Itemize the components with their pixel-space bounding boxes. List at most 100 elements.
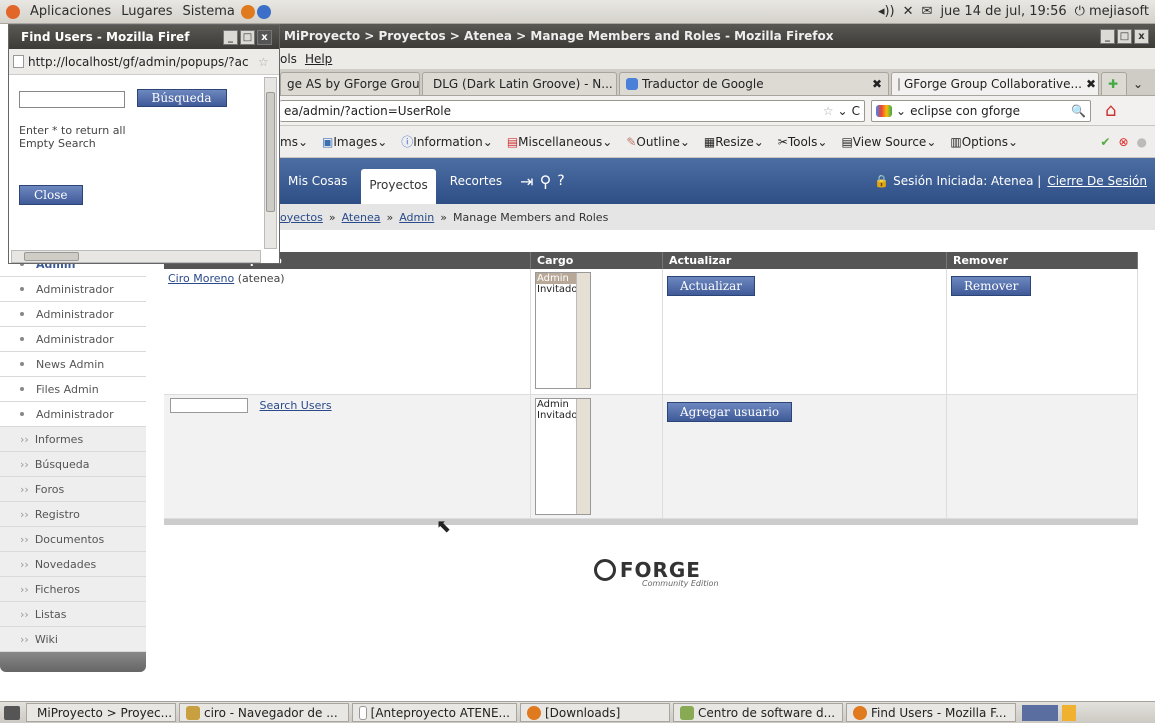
menu-aplicaciones[interactable]: Aplicaciones bbox=[30, 4, 111, 19]
power-icon[interactable]: ⏻ bbox=[1075, 4, 1085, 19]
popup-url-bar[interactable]: http://localhost/gf/admin/popups/?ac ☆ bbox=[9, 49, 279, 75]
popup-vscroll[interactable] bbox=[264, 77, 277, 249]
bookmark-star-icon[interactable]: ☆ bbox=[258, 55, 269, 69]
update-button[interactable]: Actualizar bbox=[667, 276, 755, 296]
new-tab-button[interactable]: ✚ bbox=[1101, 72, 1127, 95]
add-project-icon[interactable]: ⇥ bbox=[520, 172, 533, 191]
search-users-icon[interactable]: ⚲ bbox=[540, 172, 552, 191]
tab-close-icon[interactable]: ✖ bbox=[872, 77, 882, 91]
ubuntu-logo-icon[interactable] bbox=[6, 4, 20, 19]
crumb-admin[interactable]: Admin bbox=[399, 211, 434, 224]
popup-search-button[interactable]: Búsqueda bbox=[136, 89, 227, 107]
sidebar-item-news-admin[interactable]: News Admin bbox=[0, 352, 146, 377]
member-name-link[interactable]: Ciro Moreno bbox=[168, 272, 234, 285]
menu-tools[interactable]: ols bbox=[280, 52, 297, 66]
tab-dlg[interactable]: DLG (Dark Latin Groove) - N...✖ bbox=[422, 72, 617, 95]
listbox-scrollbar[interactable] bbox=[576, 399, 590, 514]
sidebar-section-registro[interactable]: ›› Registro bbox=[0, 502, 146, 527]
sidebar-section-foros[interactable]: ›› Foros bbox=[0, 477, 146, 502]
maximize-button[interactable]: □ bbox=[1117, 28, 1132, 44]
url-bar[interactable]: ea/admin/?action=UserRole ☆ ⌄ C bbox=[280, 99, 865, 122]
sidebar-item-administrador[interactable]: Administrador bbox=[0, 277, 146, 302]
new-role-listbox[interactable]: Admin Invitado bbox=[535, 398, 591, 515]
tab-gforge-group[interactable]: GForge Group Collaborative... ✖ bbox=[891, 72, 1099, 95]
popup-vscroll-thumb[interactable] bbox=[266, 92, 275, 212]
task-downloads[interactable]: [Downloads] bbox=[520, 703, 670, 722]
tab-close-icon[interactable]: ✖ bbox=[1086, 77, 1096, 91]
crumb-proyectos[interactable]: oyectos bbox=[280, 211, 323, 224]
sidebar-section-busqueda[interactable]: ›› Búsqueda bbox=[0, 452, 146, 477]
check-icon[interactable]: ✔ bbox=[1100, 135, 1110, 149]
sidebar-item-administrador[interactable]: Administrador bbox=[0, 402, 146, 427]
error-icon[interactable]: ⊗ bbox=[1118, 135, 1128, 149]
bookmark-star-icon[interactable]: ☆ bbox=[823, 104, 834, 118]
window-titlebar[interactable]: MiProyecto > Proyectos > Atenea > Manage… bbox=[280, 24, 1155, 48]
sidebar-section-listas[interactable]: ›› Listas bbox=[0, 602, 146, 627]
sidebar-section-wiki[interactable]: ›› Wiki bbox=[0, 627, 146, 652]
network-icon[interactable]: ✕ bbox=[903, 4, 914, 19]
task-software-center[interactable]: Centro de software d... bbox=[673, 703, 843, 722]
dropdown-icon[interactable]: ⌄ bbox=[838, 104, 848, 118]
nav-proyectos[interactable]: Proyectos bbox=[361, 169, 436, 204]
user-search-input[interactable] bbox=[170, 398, 248, 413]
help-launcher-icon[interactable] bbox=[256, 4, 271, 19]
sidebar-item-files-admin[interactable]: Files Admin bbox=[0, 377, 146, 402]
menu-forms[interactable]: ms⌄ bbox=[280, 135, 308, 149]
sidebar-item-administrador[interactable]: Administrador bbox=[0, 302, 146, 327]
menu-resize[interactable]: ▦Resize⌄ bbox=[704, 135, 764, 149]
volume-icon[interactable]: ◂)) bbox=[878, 4, 895, 19]
menu-sistema[interactable]: Sistema bbox=[183, 4, 235, 19]
tab-list-icon[interactable]: ⌄ bbox=[1129, 77, 1147, 95]
clock[interactable]: jue 14 de jul, 19:56 bbox=[940, 4, 1066, 19]
tab-traductor[interactable]: Traductor de Google ✖ bbox=[619, 72, 889, 95]
popup-minimize-button[interactable]: _ bbox=[223, 29, 238, 45]
search-users-link[interactable]: Search Users bbox=[260, 399, 332, 412]
minimize-button[interactable]: _ bbox=[1100, 28, 1115, 44]
listbox-scrollbar[interactable] bbox=[576, 273, 590, 388]
logout-link[interactable]: Cierre De Sesión bbox=[1047, 174, 1147, 188]
task-anteproyecto[interactable]: [Anteproyecto ATENE... bbox=[352, 703, 517, 722]
menu-options[interactable]: ▥Options⌄ bbox=[950, 135, 1018, 149]
menu-help[interactable]: Help bbox=[305, 52, 332, 66]
popup-close-btn[interactable]: Close bbox=[19, 184, 83, 205]
nav-mis-cosas[interactable]: Mis Cosas bbox=[280, 168, 355, 194]
reload-icon[interactable]: C bbox=[852, 104, 860, 118]
show-desktop-icon[interactable] bbox=[4, 705, 20, 720]
role-listbox[interactable]: Admin Invitado bbox=[535, 272, 591, 389]
help-icon[interactable]: ? bbox=[557, 173, 564, 189]
sidebar-section-informes[interactable]: ›› Informes bbox=[0, 427, 146, 452]
sidebar-section-ficheros[interactable]: ›› Ficheros bbox=[0, 577, 146, 602]
menu-view-source[interactable]: ▤View Source⌄ bbox=[841, 135, 936, 149]
popup-hscroll[interactable] bbox=[11, 250, 261, 263]
search-bar[interactable]: ⌄ eclipse con gforge 🔍 bbox=[871, 99, 1091, 122]
task-find-users[interactable]: Find Users - Mozilla F... bbox=[846, 703, 1016, 722]
menu-images[interactable]: ▣Images⌄ bbox=[322, 135, 387, 149]
popup-close-button[interactable]: x bbox=[257, 29, 272, 45]
workspace-switcher-icon[interactable] bbox=[1022, 704, 1058, 721]
home-icon[interactable]: ⌂ bbox=[1105, 100, 1116, 121]
status-icon[interactable]: ● bbox=[1137, 135, 1147, 149]
task-miproyecto[interactable]: MiProyecto > Proyec... bbox=[26, 703, 176, 722]
sidebar-section-novedades[interactable]: ›› Novedades bbox=[0, 552, 146, 577]
task-ciro[interactable]: ciro - Navegador de ... bbox=[179, 703, 349, 722]
nav-recortes[interactable]: Recortes bbox=[442, 168, 510, 194]
menu-outline[interactable]: ✎Outline⌄ bbox=[626, 135, 690, 149]
sidebar-item-administrador[interactable]: Administrador bbox=[0, 327, 146, 352]
crumb-atenea[interactable]: Atenea bbox=[342, 211, 381, 224]
tab-gforge-as[interactable]: ge AS by GForge Group...✖ bbox=[280, 72, 420, 95]
popup-search-input[interactable] bbox=[19, 90, 125, 108]
search-icon[interactable]: 🔍 bbox=[1071, 104, 1086, 118]
close-window-button[interactable]: x bbox=[1134, 28, 1149, 44]
add-user-button[interactable]: Agregar usuario bbox=[667, 402, 793, 422]
trash-icon[interactable] bbox=[1062, 704, 1076, 721]
popup-titlebar[interactable]: Find Users - Mozilla Firef _ □ x bbox=[9, 25, 279, 49]
menu-miscellaneous[interactable]: ▤Miscellaneous⌄ bbox=[507, 135, 613, 149]
remove-button[interactable]: Remover bbox=[951, 276, 1032, 296]
popup-hscroll-thumb[interactable] bbox=[24, 252, 79, 261]
menu-lugares[interactable]: Lugares bbox=[121, 4, 172, 19]
menu-tools-dev[interactable]: ✂Tools⌄ bbox=[778, 135, 828, 149]
popup-maximize-button[interactable]: □ bbox=[240, 29, 255, 45]
user-name[interactable]: mejiasoft bbox=[1089, 4, 1149, 19]
firefox-launcher-icon[interactable] bbox=[240, 4, 255, 19]
sidebar-section-documentos[interactable]: ›› Documentos bbox=[0, 527, 146, 552]
